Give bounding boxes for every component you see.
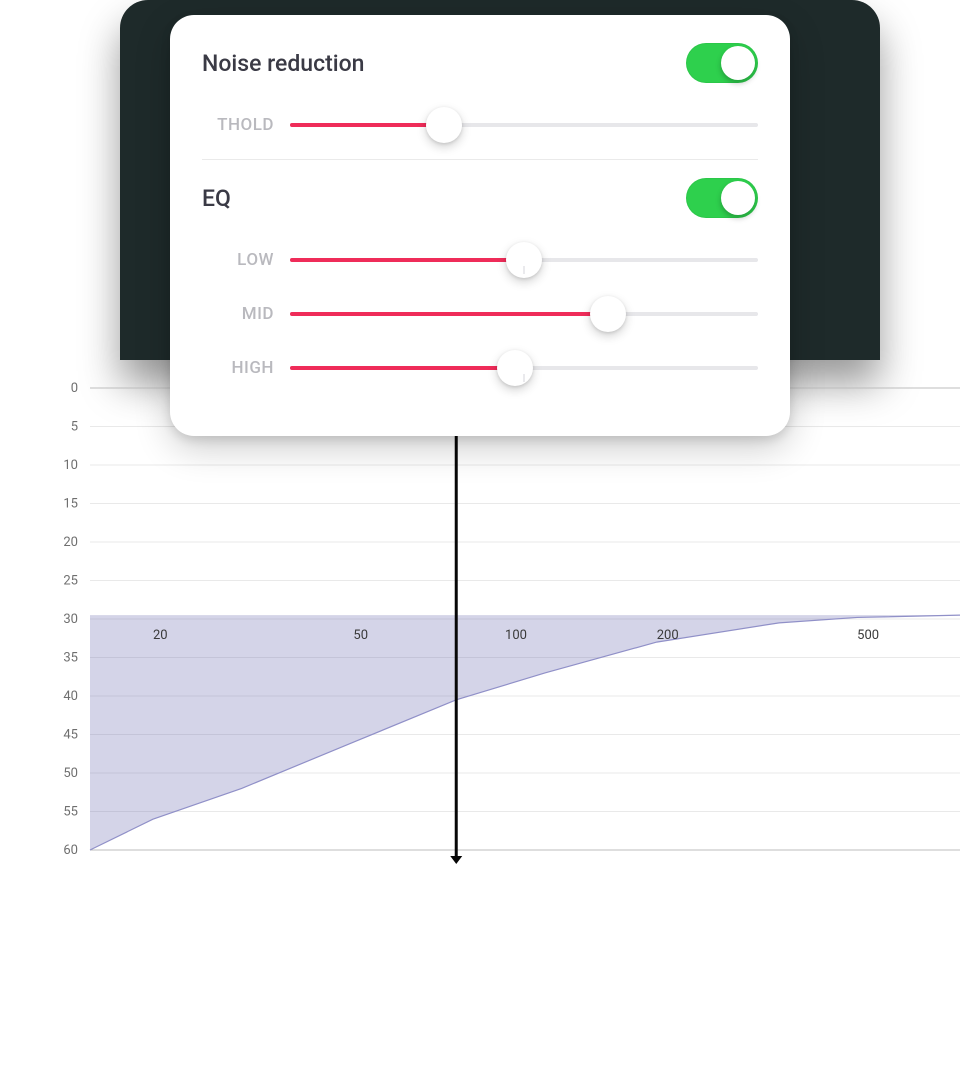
svg-text:20: 20	[153, 628, 168, 643]
audio-controls-card: Noise reduction THOLD EQ LOW	[170, 15, 790, 436]
section-divider	[202, 159, 758, 160]
svg-text:40: 40	[63, 689, 78, 704]
spectrum-chart: 0510152025303540455055602050100200500	[0, 380, 960, 910]
slider-row-thold: THOLD	[202, 105, 758, 145]
svg-text:50: 50	[63, 766, 78, 781]
low-slider[interactable]	[290, 240, 758, 280]
mid-label: MID	[202, 304, 274, 324]
noise-reduction-toggle[interactable]	[686, 43, 758, 83]
svg-text:5: 5	[71, 420, 78, 435]
high-label: HIGH	[202, 358, 274, 378]
high-slider[interactable]	[290, 348, 758, 388]
svg-text:30: 30	[63, 612, 78, 627]
thold-label: THOLD	[202, 115, 274, 135]
eq-toggle[interactable]	[686, 178, 758, 218]
mid-slider[interactable]	[290, 294, 758, 334]
slider-row-high: HIGH	[202, 348, 758, 388]
svg-text:60: 60	[63, 843, 78, 858]
svg-text:25: 25	[63, 574, 78, 589]
slider-row-mid: MID	[202, 294, 758, 334]
svg-text:200: 200	[657, 628, 679, 643]
thold-slider[interactable]	[290, 105, 758, 145]
svg-text:0: 0	[71, 381, 78, 396]
svg-text:50: 50	[353, 628, 368, 643]
svg-text:100: 100	[505, 628, 527, 643]
svg-text:55: 55	[63, 805, 78, 820]
svg-text:15: 15	[63, 497, 78, 512]
svg-text:10: 10	[63, 458, 78, 473]
svg-text:35: 35	[63, 651, 78, 666]
svg-text:45: 45	[63, 728, 78, 743]
svg-text:20: 20	[63, 535, 78, 550]
low-label: LOW	[202, 250, 274, 270]
eq-title: EQ	[202, 185, 231, 212]
slider-row-low: LOW	[202, 240, 758, 280]
noise-reduction-title: Noise reduction	[202, 50, 364, 77]
